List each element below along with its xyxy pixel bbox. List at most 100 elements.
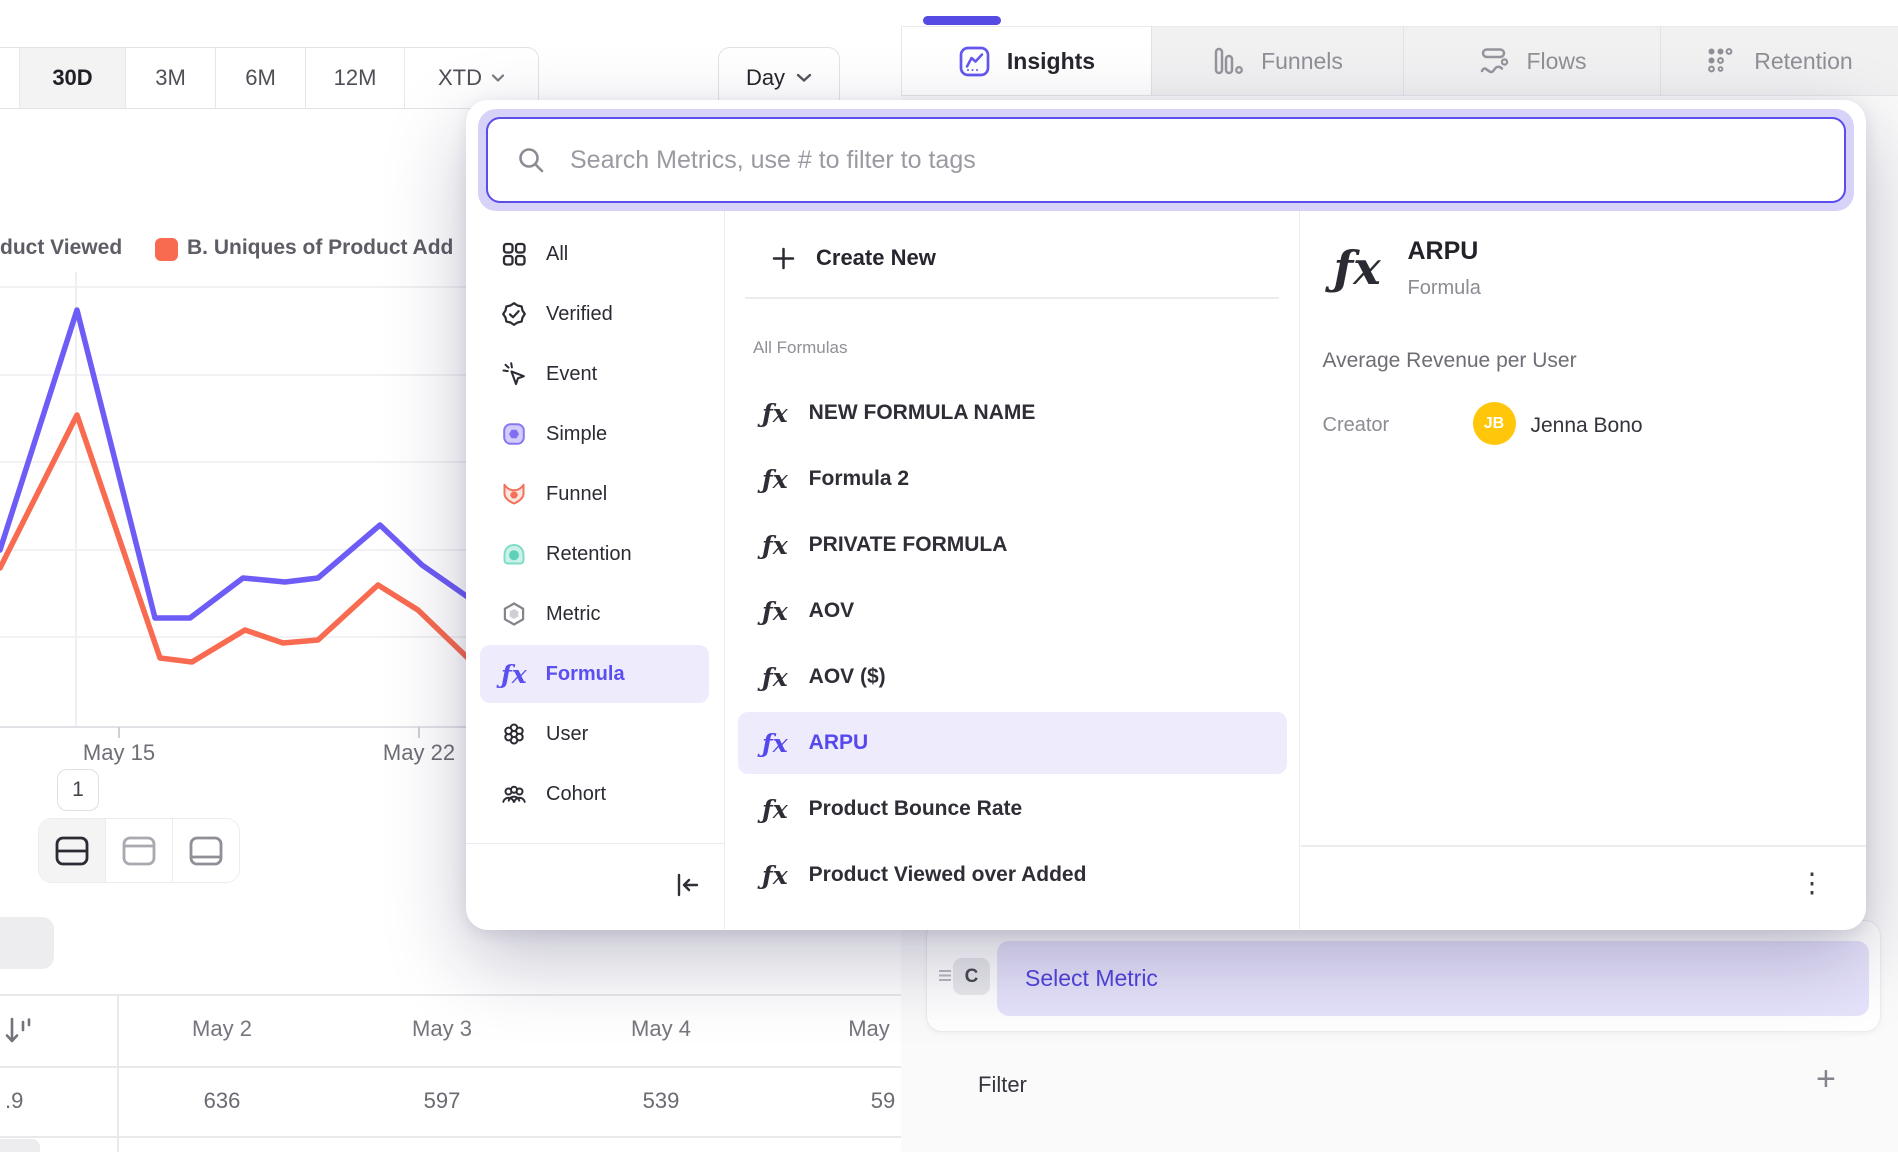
filter-section-label: Filter <box>978 1072 1027 1098</box>
category-simple[interactable]: Simple <box>480 405 709 463</box>
formula-icon: ƒx <box>762 665 788 690</box>
layout-bottom-button[interactable] <box>173 819 239 882</box>
add-filter-button[interactable]: + <box>1816 1060 1836 1099</box>
formula-item-new-formula-name[interactable]: ƒx NEW FORMULA NAME <box>738 382 1287 444</box>
report-type-tabbar: Insights Funnels Flows Retention <box>901 26 1898 96</box>
tab-label: Insights <box>1007 48 1095 75</box>
flows-icon <box>1477 45 1510 78</box>
category-metric[interactable]: Metric <box>480 585 709 643</box>
tab-flows[interactable]: Flows <box>1404 27 1661 95</box>
category-label: User <box>546 723 588 746</box>
search-input[interactable] <box>568 145 1844 176</box>
formula-item-product-viewed-over-added[interactable]: ƒx Product Viewed over Added <box>738 844 1287 906</box>
series-line-orange[interactable] <box>0 415 472 662</box>
formula-icon: ƒx <box>762 467 788 492</box>
formula-icon: ƒx <box>762 863 788 888</box>
select-metric-button[interactable]: Select Metric <box>997 941 1869 1016</box>
table-border <box>0 1136 901 1138</box>
search-icon <box>516 145 546 175</box>
detail-type-label: Formula <box>1408 277 1481 300</box>
category-cohort[interactable]: Cohort <box>480 765 709 823</box>
formula-name: NEW FORMULA NAME <box>809 401 1036 425</box>
category-label: Verified <box>546 303 613 326</box>
formula-icon: ƒx <box>501 662 527 687</box>
table-header-cell: May 3 <box>372 1016 512 1042</box>
creator-name: Jenna Bono <box>1531 414 1643 438</box>
formula-icon: ƒx <box>762 731 788 756</box>
section-label: All Formulas <box>753 338 847 358</box>
formula-icon: ƒx <box>762 401 788 426</box>
category-label: Funnel <box>546 483 607 506</box>
plus-icon <box>770 245 797 272</box>
detail-title: ARPU <box>1408 237 1479 266</box>
series-line-purple[interactable] <box>0 310 472 618</box>
drag-handle-icon[interactable] <box>936 967 954 983</box>
category-label: All <box>546 243 568 266</box>
formula-icon: ƒx <box>762 797 788 822</box>
table-value-cell: 539 <box>591 1088 731 1114</box>
table-header-cell: May 2 <box>152 1016 292 1042</box>
formula-name: ARPU <box>809 731 869 755</box>
category-label: Event <box>546 363 597 386</box>
metric-picker-modal: All Verified Event Simple Funnel Retenti… <box>466 100 1866 930</box>
select-metric-label: Select Metric <box>1025 965 1158 992</box>
layout-bottom-icon <box>187 834 225 868</box>
category-label: Retention <box>546 543 632 566</box>
app-root: 30D3M6M12MXTD Day duct Viewed B. Uniques… <box>0 0 1898 1152</box>
tab-retention[interactable]: Retention <box>1661 27 1897 95</box>
layout-top-icon <box>120 834 158 868</box>
simple-icon <box>501 421 527 447</box>
formula-item-aov[interactable]: ƒx AOV <box>738 580 1287 642</box>
category-label: Formula <box>546 663 625 686</box>
category-label: Cohort <box>546 783 606 806</box>
seal-icon <box>501 301 527 327</box>
formula-item-private-formula[interactable]: ƒx PRIVATE FORMULA <box>738 514 1287 576</box>
tab-label: Funnels <box>1261 48 1343 75</box>
formula-item-product-bounce-rate[interactable]: ƒx Product Bounce Rate <box>738 778 1287 840</box>
formula-icon: ƒx <box>1334 245 1381 291</box>
category-formula[interactable]: ƒx Formula <box>480 645 709 703</box>
formula-item-aov-[interactable]: ƒx AOV ($) <box>738 646 1287 708</box>
category-verified[interactable]: Verified <box>480 285 709 343</box>
x-axis-label: May 15 <box>49 740 189 766</box>
retention-cat-icon <box>501 541 527 567</box>
table-border <box>0 1066 901 1068</box>
formula-item-arpu[interactable]: ƒx ARPU <box>738 712 1287 774</box>
category-user[interactable]: User <box>480 705 709 763</box>
tab-insights[interactable]: Insights <box>902 27 1152 95</box>
sort-icon[interactable] <box>2 1014 36 1048</box>
detail-description: Average Revenue per User <box>1323 349 1577 373</box>
layout-split-button[interactable] <box>39 819 106 882</box>
select-metric-card: C Select Metric <box>926 920 1881 1032</box>
clipped-chip <box>0 917 54 969</box>
category-event[interactable]: Event <box>480 345 709 403</box>
avatar: JB <box>1473 402 1516 445</box>
formula-name: AOV <box>809 599 855 623</box>
formula-detail-panel: ƒx ARPU Formula Average Revenue per User… <box>1301 211 1866 930</box>
layout-toggle-group <box>38 818 240 883</box>
sidebar-footer <box>466 843 724 930</box>
layout-top-button[interactable] <box>106 819 173 882</box>
category-retention[interactable]: Retention <box>480 525 709 583</box>
tab-label: Flows <box>1526 48 1586 75</box>
metric-position-badge: C <box>953 958 990 995</box>
tab-label: Retention <box>1754 48 1852 75</box>
category-all[interactable]: All <box>480 225 709 283</box>
search-box <box>486 117 1846 203</box>
category-label: Simple <box>546 423 607 446</box>
table-header-cell: May 4 <box>591 1016 731 1042</box>
event-icon <box>501 361 527 387</box>
metric-picker-body: All Verified Event Simple Funnel Retenti… <box>466 211 1866 930</box>
category-label: Metric <box>546 603 600 626</box>
category-funnel[interactable]: Funnel <box>480 465 709 523</box>
formula-name: Formula 2 <box>809 467 909 491</box>
collapse-sidebar-icon[interactable] <box>672 870 702 900</box>
funnel-icon <box>501 481 527 507</box>
page-number-badge[interactable]: 1 <box>57 769 99 811</box>
overflow-menu-icon[interactable]: ⋮ <box>1799 867 1826 899</box>
formula-item-formula-2[interactable]: ƒx Formula 2 <box>738 448 1287 510</box>
creator-label: Creator <box>1323 414 1390 437</box>
tab-funnels[interactable]: Funnels <box>1152 27 1404 95</box>
active-tab-indicator <box>923 16 1001 25</box>
create-new-button[interactable]: Create New <box>725 230 1299 286</box>
